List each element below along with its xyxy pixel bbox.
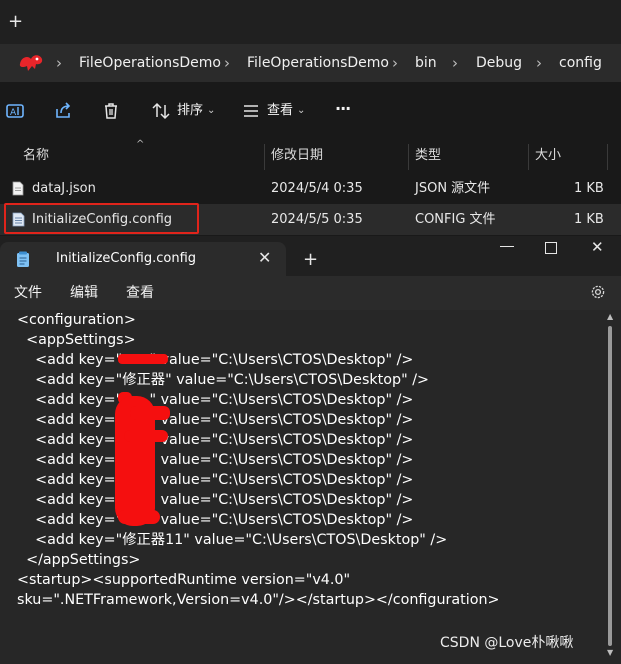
column-header-type[interactable]: 类型 [415, 142, 441, 170]
file-size: 1 KB [574, 212, 604, 227]
command-bar: A 排序 ⌄ 查看 ⌄ ··· [0, 82, 621, 142]
minimize-icon[interactable] [500, 246, 514, 247]
notepad-window: InitializeConfig.config ✕ + ✕ 文件 编辑 查看 <… [0, 236, 621, 664]
scroll-up-arrow-icon[interactable]: ▲ [607, 312, 613, 321]
code-line: <add key=" " value="C:\Users\CTOS\Deskto… [17, 452, 414, 468]
code-line: <add key=" " value="C:\Users\CTOS\Deskto… [17, 512, 414, 528]
csdn-watermark: CSDN @Love朴啾啾 [440, 635, 574, 651]
folder-icon [18, 52, 44, 74]
code-line: </appSettings> [17, 552, 141, 568]
column-divider[interactable] [528, 144, 529, 170]
code-line: <configuration> [17, 312, 136, 328]
breadcrumb-item[interactable]: FileOperationsDemo [79, 44, 221, 82]
file-row[interactable]: dataJ.json 2024/5/4 0:35 JSON 源文件 1 KB [0, 173, 621, 204]
delete-icon[interactable] [100, 100, 122, 122]
code-line: sku=".NETFramework,Version=v4.0"/></star… [17, 592, 500, 608]
menu-view[interactable]: 查看 [126, 284, 154, 302]
column-header-size[interactable]: 大小 [535, 142, 561, 170]
file-type: CONFIG 文件 [415, 212, 496, 227]
notepad-document-tab[interactable]: InitializeConfig.config ✕ [0, 242, 286, 276]
sort-icon[interactable] [150, 100, 172, 122]
breadcrumb-item[interactable]: Debug [476, 44, 522, 82]
notepad-app-icon [16, 251, 30, 272]
code-line: <add key="修正器" value="C:\Users\CTOS\Desk… [17, 372, 430, 388]
scroll-down-arrow-icon[interactable]: ▼ [607, 648, 613, 657]
vertical-scrollbar[interactable]: ▲ ▼ [605, 312, 615, 658]
maximize-icon[interactable] [545, 242, 557, 254]
svg-text:A: A [10, 108, 17, 118]
code-line: <appSettings> [17, 332, 136, 348]
scrollbar-thumb[interactable] [608, 326, 612, 646]
file-modified: 2024/5/4 0:35 [271, 181, 363, 196]
breadcrumb-item[interactable]: bin [415, 44, 437, 82]
sort-chevron-down-icon[interactable]: ⌄ [207, 102, 215, 120]
code-line: <add key=" " value="C:\Users\CTOS\Deskto… [17, 412, 414, 428]
column-header-modified[interactable]: 修改日期 [271, 142, 323, 170]
explorer-tab-strip: + [0, 0, 621, 44]
share-icon[interactable] [52, 100, 74, 122]
view-button[interactable]: 查看 [267, 102, 293, 120]
breadcrumb-separator: › [452, 54, 458, 72]
file-modified: 2024/5/5 0:35 [271, 212, 363, 227]
breadcrumb-item[interactable]: config [559, 44, 602, 82]
menu-edit[interactable]: 编辑 [70, 284, 98, 302]
column-divider[interactable] [264, 144, 265, 170]
notepad-tab-title: InitializeConfig.config [56, 251, 197, 266]
column-divider[interactable] [607, 144, 608, 170]
code-line: <add key=" " value="C:\Users\CTOS\Deskto… [17, 432, 414, 448]
address-bar[interactable]: › FileOperationsDemo › FileOperationsDem… [0, 44, 621, 82]
file-name: dataJ.json [32, 181, 96, 196]
breadcrumb-item[interactable]: FileOperationsDemo [247, 44, 389, 82]
rename-icon[interactable]: A [4, 100, 26, 122]
more-options-button[interactable]: ··· [335, 100, 351, 118]
code-line: <add key=" " value="C:\Users\CTOS\Deskto… [17, 352, 414, 368]
sort-up-icon: ^ [136, 139, 145, 150]
column-header-name[interactable]: 名称 [23, 142, 49, 170]
view-chevron-down-icon[interactable]: ⌄ [297, 102, 305, 120]
breadcrumb-separator: › [536, 54, 542, 72]
notepad-title-bar[interactable]: InitializeConfig.config ✕ + ✕ [0, 236, 621, 276]
code-line: <add key=" " value="C:\Users\CTOS\Deskto… [17, 492, 414, 508]
notepad-menu-bar: 文件 编辑 查看 [0, 276, 621, 310]
red-highlight-annotation [4, 203, 199, 234]
file-size: 1 KB [574, 181, 604, 196]
new-tab-button[interactable]: + [8, 10, 23, 34]
text-editor-area[interactable]: <configuration> <appSettings> <add key="… [0, 310, 621, 664]
file-type: JSON 源文件 [415, 181, 491, 196]
menu-file[interactable]: 文件 [14, 284, 42, 302]
settings-gear-icon[interactable] [590, 284, 606, 304]
breadcrumb-separator: › [56, 54, 62, 72]
code-line: <add key=" " value="C:\Users\CTOS\Deskto… [17, 392, 414, 408]
column-divider[interactable] [408, 144, 409, 170]
sort-button[interactable]: 排序 [177, 102, 203, 120]
breadcrumb-separator: › [392, 54, 398, 72]
code-line: <add key=" " value="C:\Users\CTOS\Deskto… [17, 472, 414, 488]
file-explorer-window: + › FileOperationsDemo › FileOperationsD… [0, 0, 621, 236]
code-line: <startup><supportedRuntime version="v4.0… [17, 572, 351, 588]
new-tab-button[interactable]: + [303, 250, 318, 270]
breadcrumb-separator: › [224, 54, 230, 72]
column-headers: 名称 ^ 修改日期 类型 大小 [0, 139, 621, 170]
close-window-icon[interactable]: ✕ [591, 238, 604, 256]
close-tab-icon[interactable]: ✕ [258, 249, 271, 267]
json-file-icon [12, 181, 24, 200]
view-icon[interactable] [240, 100, 262, 122]
code-line: <add key="修正器11" value="C:\Users\CTOS\De… [17, 532, 448, 548]
